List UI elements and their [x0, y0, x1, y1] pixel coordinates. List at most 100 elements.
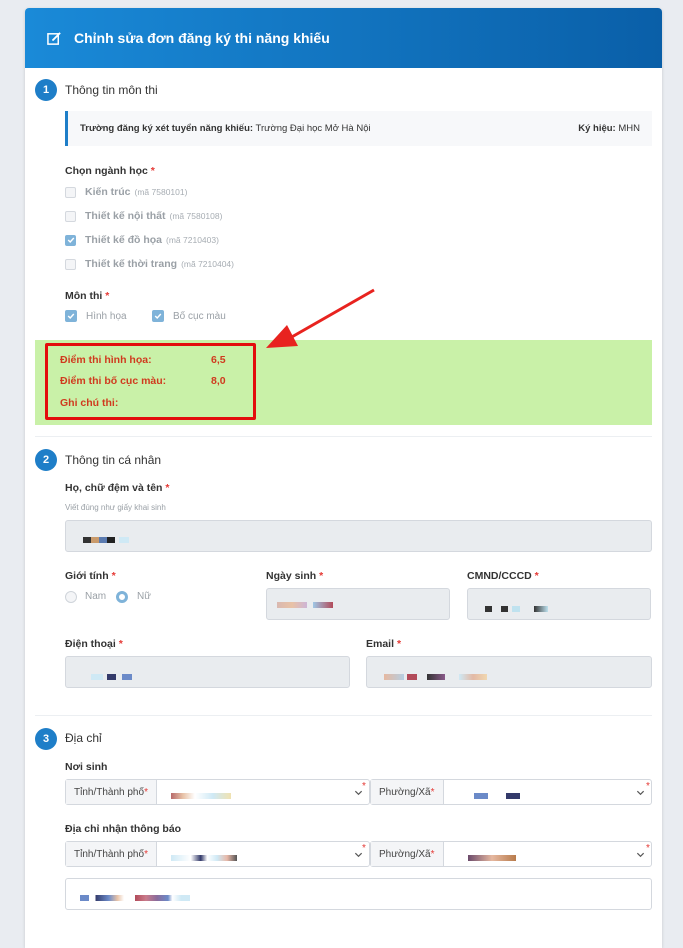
redacted-value — [119, 537, 129, 543]
ward-prefix: Phường/Xã * — [371, 780, 444, 804]
redacted-value — [512, 606, 520, 612]
drawing-score-value: 6,5 — [211, 354, 226, 366]
gender-radio-female[interactable] — [116, 591, 128, 603]
check-icon — [67, 313, 75, 320]
section-title-address: Địa chỉ — [65, 731, 102, 745]
redacted-value — [485, 606, 492, 612]
checkbox[interactable] — [65, 258, 76, 270]
color-score-label: Điểm thi bố cục màu: — [60, 375, 167, 387]
redacted-value — [91, 537, 99, 543]
required-star: * — [646, 781, 650, 792]
notify-address-label: Địa chỉ nhận thông báo — [65, 823, 182, 835]
province-prefix: Tỉnh/Thành phố * — [66, 780, 157, 804]
province-dropdown[interactable] — [157, 780, 369, 804]
province-prefix: Tỉnh/Thành phố * — [66, 842, 157, 866]
major-name: Thiết kế thời trang — [85, 258, 178, 270]
redacted-value — [473, 793, 488, 799]
step-number-3: 3 — [35, 728, 57, 750]
major-option[interactable]: Kiến trúc (mã 7580101) — [65, 186, 187, 198]
redacted-value — [122, 674, 132, 680]
redacted-value — [467, 855, 516, 861]
email-label: Email * — [366, 638, 402, 650]
phone-input[interactable] — [65, 656, 350, 688]
checkbox[interactable] — [65, 186, 76, 198]
note-label: Ghi chú thi: — [60, 397, 119, 409]
required-star: * — [646, 843, 650, 854]
code-info: Ký hiệu: MHN — [578, 123, 640, 134]
redacted-value — [80, 895, 190, 901]
fullname-hint: Viết đúng như giấy khai sinh — [65, 503, 166, 512]
major-label: Chọn ngành học * — [65, 165, 155, 177]
ward-dropdown[interactable] — [444, 780, 651, 804]
id-input[interactable] — [467, 588, 651, 620]
subject-option[interactable]: Hình họa — [65, 310, 127, 322]
color-score-value: 8,0 — [211, 375, 226, 387]
major-option[interactable]: Thiết kế nội thất (mã 7580108) — [65, 210, 222, 222]
street-address-input[interactable] — [65, 878, 652, 910]
major-name: Thiết kế đồ họa — [85, 234, 163, 246]
dob-input[interactable] — [266, 588, 450, 620]
chevron-down-icon — [636, 852, 645, 858]
birthplace-label: Nơi sinh — [65, 761, 108, 773]
required-star: * — [362, 843, 366, 854]
redacted-value — [313, 602, 333, 608]
step-number-2: 2 — [35, 449, 57, 471]
redacted-value — [107, 674, 116, 680]
gender-radio-male[interactable] — [65, 591, 77, 603]
gender-option-male: Nam — [85, 591, 107, 602]
check-icon — [154, 313, 162, 320]
checkbox[interactable] — [65, 210, 76, 222]
section-title-exam: Thông tin môn thi — [65, 83, 158, 97]
school-info-box: Trường đăng ký xét tuyển năng khiếu: Trư… — [65, 111, 652, 146]
major-option[interactable]: Thiết kế đồ họa (mã 7210403) — [65, 234, 219, 246]
birthplace-province-select[interactable]: Tỉnh/Thành phố * — [65, 779, 370, 805]
school-value: Trường Đại học Mở Hà Nội — [255, 123, 371, 134]
email-input[interactable] — [366, 656, 652, 688]
code-value: MHN — [618, 123, 640, 134]
ward-dropdown[interactable] — [444, 842, 651, 866]
checkbox-checked[interactable] — [152, 310, 164, 322]
redacted-value — [459, 674, 487, 680]
checkbox-checked[interactable] — [65, 234, 76, 246]
major-code: (mã 7580101) — [134, 187, 188, 197]
card-header: Chỉnh sửa đơn đăng ký thi năng khiếu — [25, 8, 662, 68]
birthplace-ward-select[interactable]: Phường/Xã * — [370, 779, 652, 805]
section-divider — [35, 436, 652, 437]
fullname-label: Họ, chữ đệm và tên * — [65, 482, 170, 494]
drawing-score-label: Điểm thi hình họa: — [60, 354, 152, 366]
notify-province-select[interactable]: Tỉnh/Thành phố * — [65, 841, 370, 867]
redacted-value — [534, 606, 548, 612]
major-code: (mã 7210403) — [166, 235, 219, 245]
edit-registration-card: Chỉnh sửa đơn đăng ký thi năng khiếu — [25, 8, 662, 948]
redacted-value — [407, 674, 417, 680]
subject-option[interactable]: Bố cục màu — [152, 310, 226, 322]
redacted-value — [170, 793, 231, 799]
edit-icon — [47, 31, 61, 45]
major-name: Thiết kế nội thất — [85, 210, 166, 222]
major-code: (mã 7580108) — [169, 211, 223, 221]
notify-ward-select[interactable]: Phường/Xã * — [370, 841, 652, 867]
checkbox-checked[interactable] — [65, 310, 77, 322]
fullname-input[interactable] — [65, 520, 652, 552]
province-dropdown[interactable] — [157, 842, 369, 866]
major-option[interactable]: Thiết kế thời trang (mã 7210404) — [65, 258, 234, 270]
major-code: (mã 7210404) — [181, 259, 234, 269]
check-icon — [67, 237, 74, 244]
code-label: Ký hiệu: — [578, 123, 616, 134]
section-title-personal: Thông tin cá nhân — [65, 453, 162, 467]
redacted-value — [427, 674, 445, 680]
school-label: Trường đăng ký xét tuyển năng khiếu: — [80, 123, 254, 134]
redacted-value — [505, 793, 520, 799]
redacted-value — [170, 855, 237, 861]
subject-label: Môn thi * — [65, 290, 110, 302]
gender-option-female: Nữ — [137, 591, 151, 602]
school-info: Trường đăng ký xét tuyển năng khiếu: Trư… — [80, 123, 371, 134]
redacted-value — [107, 537, 115, 543]
redacted-value — [384, 674, 404, 680]
redacted-value — [501, 606, 508, 612]
section-divider — [35, 715, 652, 716]
gender-label: Giới tính * — [65, 570, 116, 582]
redacted-value — [83, 537, 91, 543]
subject-name: Hình họa — [86, 310, 127, 322]
major-name: Kiến trúc — [85, 186, 131, 198]
